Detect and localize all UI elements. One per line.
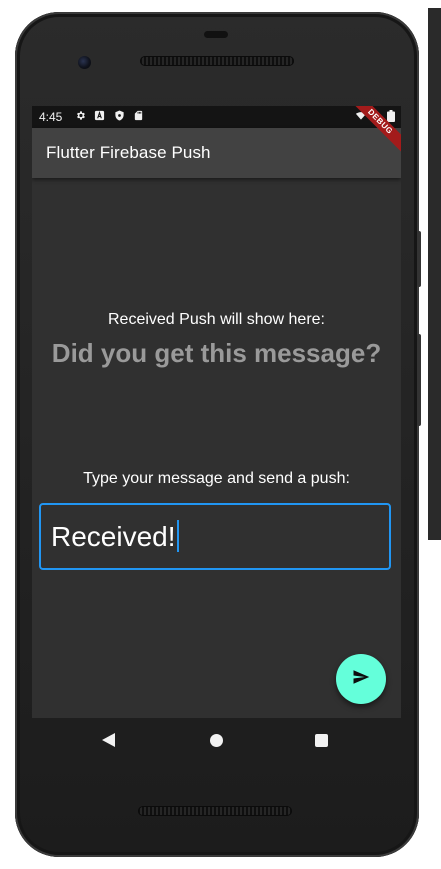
volume-button xyxy=(417,334,421,426)
stage: 4:45 Flutter Firebase Push DEBUG Receive… xyxy=(0,0,441,869)
message-input-value[interactable]: Received! xyxy=(51,520,179,553)
wifi-icon xyxy=(355,110,367,121)
shield-icon xyxy=(114,110,125,121)
message-input[interactable]: Received! xyxy=(39,503,391,570)
adjacent-device-edge xyxy=(428,8,441,540)
status-time: 4:45 xyxy=(39,110,63,124)
top-notch xyxy=(204,31,228,38)
app-title: Flutter Firebase Push xyxy=(46,143,211,162)
sd-card-icon xyxy=(133,110,144,121)
a-icon xyxy=(94,110,105,121)
type-message-label: Type your message and send a push: xyxy=(83,470,350,487)
send-push-button[interactable] xyxy=(336,654,386,704)
recents-icon[interactable] xyxy=(315,734,328,747)
message-input-text: Received! xyxy=(51,521,176,552)
status-bar: 4:45 xyxy=(32,106,401,128)
power-button xyxy=(417,231,421,287)
home-icon[interactable] xyxy=(210,734,223,747)
navigation-bar xyxy=(32,718,401,764)
top-speaker xyxy=(140,56,294,66)
back-icon[interactable] xyxy=(102,733,115,752)
received-label: Received Push will show here: xyxy=(108,311,325,328)
screen: 4:45 Flutter Firebase Push DEBUG Receive… xyxy=(32,106,401,718)
text-cursor xyxy=(176,520,179,552)
bottom-speaker xyxy=(138,806,292,816)
app-bar: Flutter Firebase Push xyxy=(32,128,401,178)
received-message: Did you get this message? xyxy=(51,338,382,368)
send-icon xyxy=(351,668,371,691)
battery-icon xyxy=(387,110,395,122)
camera-icon xyxy=(78,56,91,69)
gear-icon xyxy=(75,110,86,121)
